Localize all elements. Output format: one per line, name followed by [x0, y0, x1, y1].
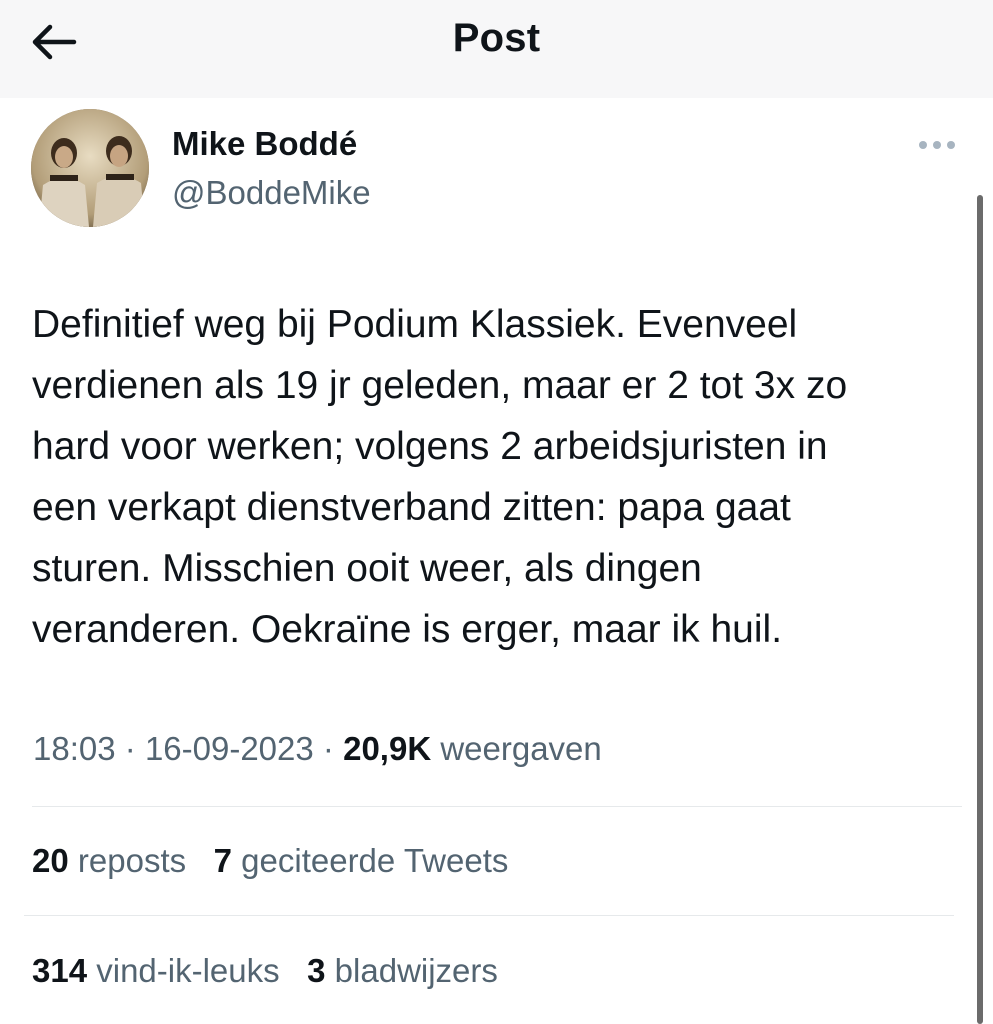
author-handle[interactable]: @BoddeMike: [172, 174, 371, 212]
page-title: Post: [452, 16, 541, 60]
stats-row-likes: 314 vind-ik-leuks 3 bladwijzers: [32, 952, 498, 990]
bookmarks-link[interactable]: 3 bladwijzers: [307, 952, 498, 989]
bookmarks-count: 3: [307, 952, 326, 989]
quotes-link[interactable]: 7 geciteerde Tweets: [214, 842, 509, 879]
tweet-text: Definitief weg bij Podium Klassiek. Even…: [32, 303, 848, 651]
reposts-count: 20: [32, 842, 69, 879]
top-bar: Post: [0, 0, 993, 98]
views-label: weergaven: [440, 730, 602, 767]
author-name[interactable]: Mike Boddé: [172, 125, 357, 163]
tweet-meta: 18:03 · 16-09-2023 · 20,9K weergaven: [33, 730, 602, 768]
scrollbar[interactable]: [977, 195, 983, 1024]
quotes-count: 7: [213, 842, 232, 879]
views-count: 20,9K: [343, 730, 432, 767]
stats-row-reposts: 20 reposts 7 geciteerde Tweets: [32, 842, 508, 880]
more-options-button[interactable]: [912, 128, 962, 162]
divider: [24, 915, 954, 916]
reposts-label: reposts: [77, 842, 187, 879]
more-horizontal-icon: [919, 141, 955, 149]
likes-count: 314: [32, 952, 88, 989]
quotes-label: geciteerde Tweets: [241, 842, 509, 879]
divider: [32, 806, 962, 807]
tweet-date[interactable]: 16-09-2023: [145, 730, 314, 767]
avatar-photo: [31, 109, 149, 227]
meta-separator: ·: [322, 730, 334, 767]
likes-label: vind-ik-leuks: [96, 952, 280, 989]
bookmarks-label: bladwijzers: [334, 952, 498, 989]
avatar[interactable]: [31, 109, 149, 227]
meta-separator: ·: [124, 730, 136, 767]
reposts-link[interactable]: 20 reposts: [32, 842, 186, 879]
tweet-time[interactable]: 18:03: [33, 730, 116, 767]
likes-link[interactable]: 314 vind-ik-leuks: [32, 952, 280, 989]
